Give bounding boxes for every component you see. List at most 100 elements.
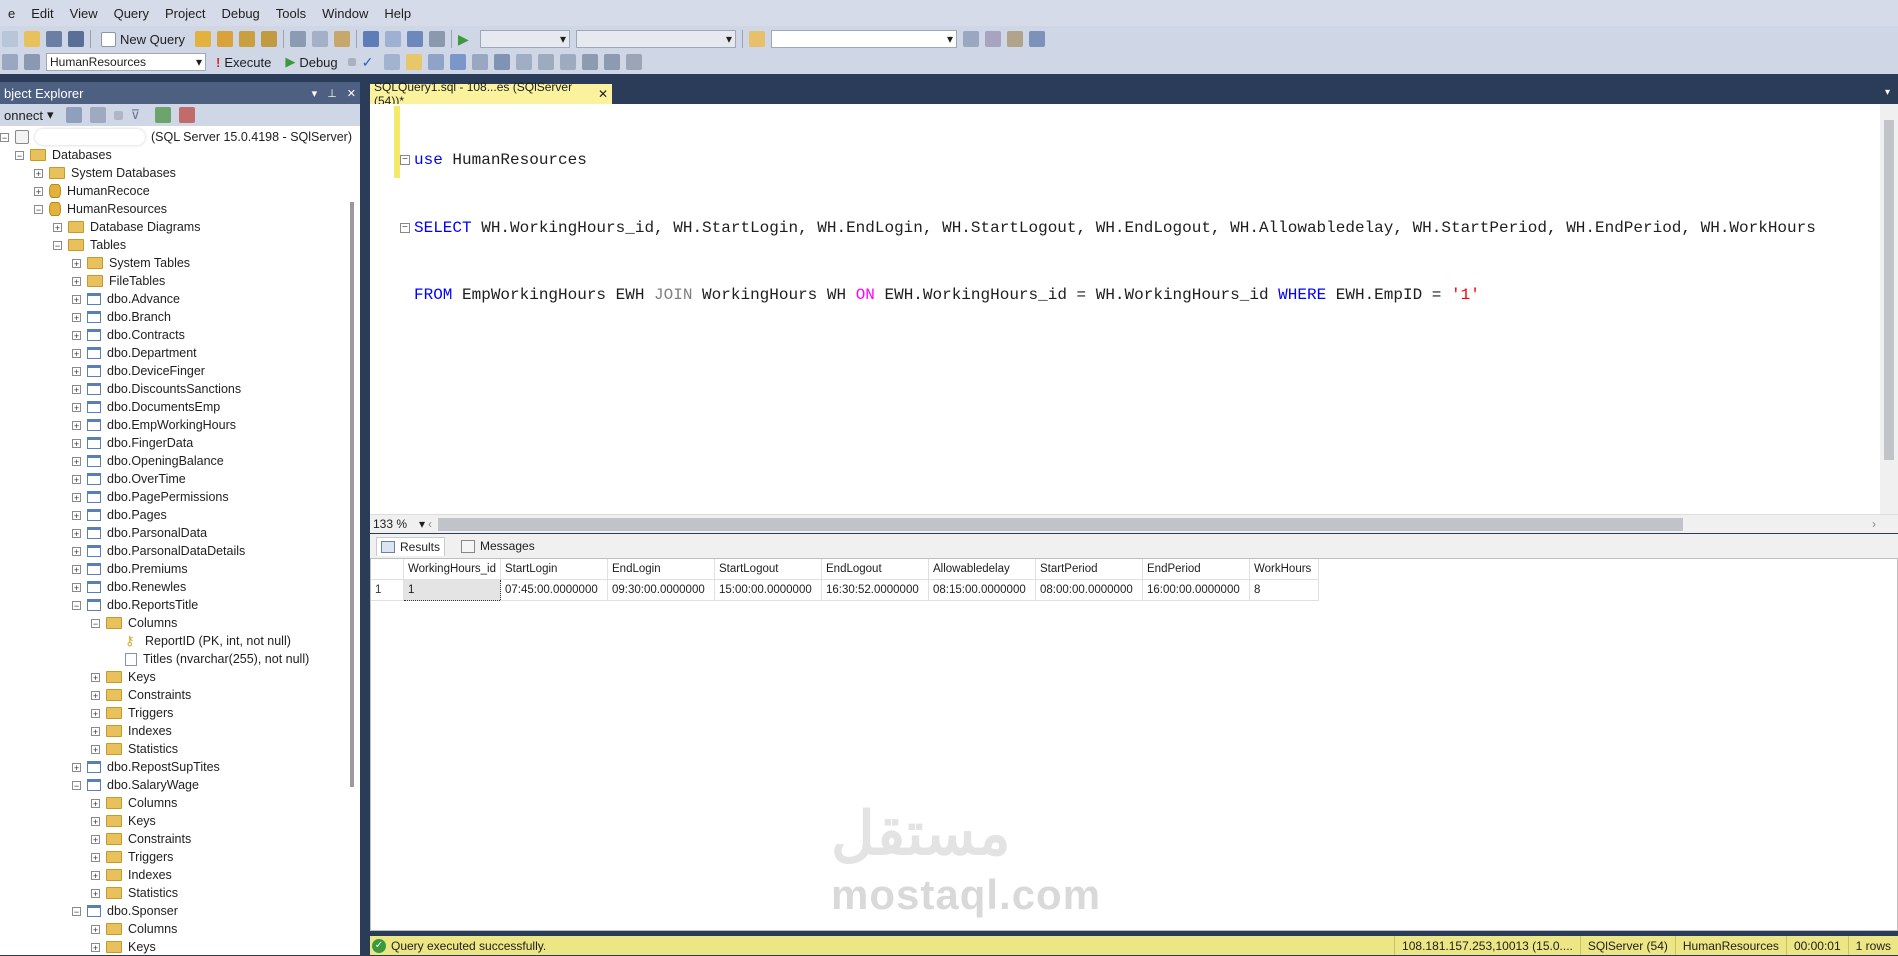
tree-node[interactable]: + Statistics bbox=[0, 884, 360, 902]
tree-node[interactable]: + System Databases bbox=[0, 164, 360, 182]
expand-icon[interactable]: + bbox=[72, 456, 81, 466]
tree-node[interactable]: − HumanResources bbox=[0, 200, 360, 218]
menu-item-7[interactable]: Window bbox=[314, 6, 376, 21]
tab-results[interactable]: Results bbox=[376, 536, 446, 556]
outline-collapse-icon[interactable]: − bbox=[400, 155, 410, 166]
collapse-icon[interactable]: − bbox=[91, 618, 100, 628]
tree-node[interactable]: + dbo.Advance bbox=[0, 290, 360, 308]
editor-vertical-scrollbar[interactable] bbox=[1880, 104, 1898, 514]
expand-icon[interactable]: + bbox=[91, 726, 100, 736]
expand-icon[interactable]: + bbox=[72, 276, 81, 286]
tree-node[interactable]: − Tables bbox=[0, 236, 360, 254]
new-item-icon[interactable] bbox=[2, 31, 18, 47]
expand-icon[interactable]: + bbox=[72, 762, 81, 772]
activity-icon[interactable] bbox=[178, 107, 195, 123]
solution-config-select[interactable]: ▾ bbox=[480, 30, 571, 48]
tree-node[interactable]: + dbo.RepostSupTites bbox=[0, 758, 360, 776]
cancel-execution-icon[interactable] bbox=[347, 58, 356, 66]
collapse-icon[interactable]: − bbox=[72, 906, 81, 916]
expand-icon[interactable]: + bbox=[72, 330, 81, 340]
undo-icon[interactable] bbox=[363, 31, 380, 47]
editor-horizontal-scroll-thumb[interactable] bbox=[438, 518, 1683, 531]
menu-item-5[interactable]: Debug bbox=[213, 6, 267, 21]
tree-node[interactable]: + dbo.ParsonalDataDetails bbox=[0, 542, 360, 560]
column-header[interactable]: EndLogin bbox=[607, 559, 715, 580]
tree-node[interactable]: + Triggers bbox=[0, 848, 360, 866]
available-databases-select[interactable]: HumanResources ▾ bbox=[46, 53, 206, 71]
connect-server-icon[interactable] bbox=[65, 107, 82, 123]
editor-scroll-thumb[interactable] bbox=[1884, 120, 1894, 460]
properties-icon[interactable] bbox=[985, 31, 1002, 47]
expand-icon[interactable]: + bbox=[91, 852, 100, 862]
object-explorer-scrollbar[interactable] bbox=[350, 202, 354, 787]
tab-close-icon[interactable]: ✕ bbox=[598, 87, 608, 101]
save-icon[interactable] bbox=[46, 31, 62, 47]
table-cell[interactable]: 07:45:00.0000000 bbox=[500, 579, 608, 601]
start-icon[interactable]: ▶ bbox=[458, 31, 474, 47]
find-icon[interactable] bbox=[749, 31, 766, 47]
table-cell[interactable]: 16:00:00.0000000 bbox=[1142, 579, 1250, 601]
results-to-grid-icon[interactable] bbox=[493, 54, 510, 70]
expand-icon[interactable]: + bbox=[72, 510, 81, 520]
collapse-icon[interactable]: − bbox=[15, 150, 24, 160]
window-layout-icon[interactable] bbox=[1029, 31, 1046, 47]
save-all-icon[interactable] bbox=[68, 31, 84, 47]
solution-platform-select[interactable]: ▾ bbox=[576, 30, 737, 48]
tree-node-server[interactable]: − (SQL Server 15.0.4198 - SQlServer) bbox=[0, 128, 360, 146]
disconnect-icon[interactable] bbox=[89, 107, 106, 123]
analysis-query-icon[interactable] bbox=[217, 31, 234, 47]
column-header[interactable]: Allowabledelay bbox=[928, 559, 1036, 580]
menu-item-3[interactable]: Query bbox=[106, 6, 157, 21]
menu-item-0[interactable]: e bbox=[0, 6, 23, 21]
decrease-indent-icon[interactable] bbox=[581, 54, 598, 70]
tree-node[interactable]: − Databases bbox=[0, 146, 360, 164]
tree-node[interactable]: + Indexes bbox=[0, 722, 360, 740]
expand-icon[interactable]: + bbox=[72, 528, 81, 538]
copy-icon[interactable] bbox=[312, 31, 329, 47]
menu-item-1[interactable]: Edit bbox=[23, 6, 61, 21]
include-plan-icon[interactable] bbox=[449, 54, 466, 70]
cut-icon[interactable] bbox=[290, 31, 307, 47]
redo-icon[interactable] bbox=[385, 31, 402, 47]
expand-icon[interactable]: + bbox=[91, 870, 100, 880]
tree-node[interactable]: + dbo.EmpWorkingHours bbox=[0, 416, 360, 434]
tree-node[interactable]: + dbo.Premiums bbox=[0, 560, 360, 578]
expand-icon[interactable]: + bbox=[91, 942, 100, 952]
results-grid[interactable]: WorkingHours_id StartLogin EndLogin StartLo… bbox=[370, 558, 1898, 931]
expand-icon[interactable]: + bbox=[72, 384, 81, 394]
expand-icon[interactable]: + bbox=[53, 222, 62, 232]
tree-node[interactable]: + Statistics bbox=[0, 740, 360, 758]
collapse-icon[interactable]: − bbox=[53, 240, 62, 250]
display-plan-icon[interactable] bbox=[383, 54, 400, 70]
expand-icon[interactable]: + bbox=[91, 672, 100, 682]
collapse-icon[interactable]: − bbox=[0, 132, 9, 142]
tree-node[interactable]: + dbo.Contracts bbox=[0, 326, 360, 344]
zoom-select[interactable]: 133 % ▾ bbox=[370, 515, 428, 533]
table-cell[interactable]: 16:30:52.0000000 bbox=[821, 579, 929, 601]
execute-button[interactable]: ! Execute bbox=[212, 55, 275, 70]
scroll-right-icon[interactable]: › bbox=[1872, 517, 1876, 531]
expand-icon[interactable]: + bbox=[72, 258, 81, 268]
tree-node[interactable]: − Columns bbox=[0, 614, 360, 632]
column-header[interactable]: StartLogout bbox=[714, 559, 822, 580]
column-header[interactable]: WorkHours bbox=[1249, 559, 1319, 580]
expand-icon[interactable]: + bbox=[72, 582, 81, 592]
tree-node[interactable]: ⚷ ReportID (PK, int, not null) bbox=[0, 632, 360, 650]
table-cell[interactable]: 08:15:00.0000000 bbox=[928, 579, 1036, 601]
tree-node[interactable]: + Columns bbox=[0, 794, 360, 812]
collapse-icon[interactable]: − bbox=[34, 204, 43, 214]
registered-servers-icon[interactable] bbox=[963, 31, 980, 47]
tree-node[interactable]: + Columns bbox=[0, 920, 360, 938]
activity-monitor-icon[interactable] bbox=[429, 31, 446, 47]
column-header[interactable]: EndLogout bbox=[821, 559, 929, 580]
table-cell[interactable]: 09:30:00.0000000 bbox=[607, 579, 715, 601]
tab-messages[interactable]: Messages bbox=[457, 537, 539, 555]
expand-icon[interactable]: + bbox=[34, 186, 43, 196]
open-file-icon[interactable] bbox=[24, 31, 40, 47]
tree-node[interactable]: + dbo.DiscountsSanctions bbox=[0, 380, 360, 398]
tree-node[interactable]: + Keys bbox=[0, 812, 360, 830]
tree-node[interactable]: + dbo.FingerData bbox=[0, 434, 360, 452]
expand-icon[interactable]: + bbox=[72, 474, 81, 484]
expand-icon[interactable]: + bbox=[72, 438, 81, 448]
tree-node[interactable]: + dbo.OverTime bbox=[0, 470, 360, 488]
